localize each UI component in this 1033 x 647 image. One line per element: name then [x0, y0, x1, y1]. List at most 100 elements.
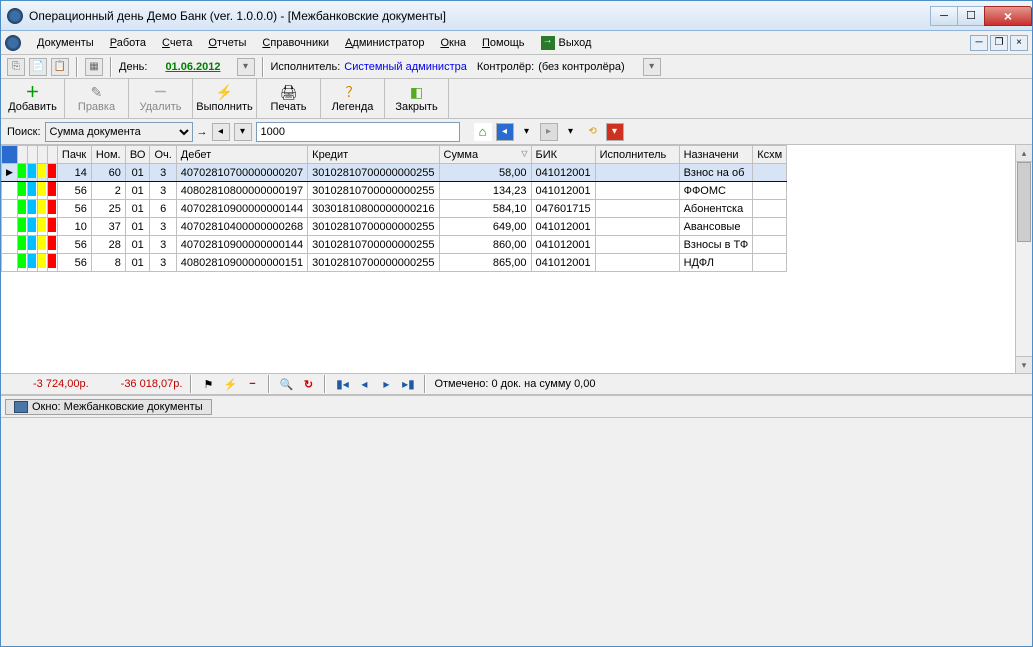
next-record-icon[interactable]: ▸ [378, 376, 394, 392]
cell-debit: 40702810900000000144 [176, 236, 307, 254]
row-indicator [2, 182, 18, 200]
performer-value[interactable]: Системный администра [344, 61, 467, 73]
col-indicator[interactable] [2, 146, 18, 164]
date-picker-icon[interactable]: ▾ [237, 58, 255, 76]
close-button[interactable]: × [984, 6, 1032, 26]
menu-windows[interactable]: Окна [432, 34, 474, 52]
col-color1[interactable] [17, 146, 27, 164]
scroll-down-icon[interactable]: ▾ [1016, 356, 1032, 373]
menu-work[interactable]: Работа [102, 34, 154, 52]
menu-help[interactable]: Помощь [474, 34, 533, 52]
cell-och: 3 [150, 254, 176, 272]
window-title: Операционный день Демо Банк (ver. 1.0.0.… [29, 9, 931, 23]
table-row[interactable]: 5625016407028109000000001443030181080000… [2, 200, 787, 218]
col-vo[interactable]: ВО [125, 146, 150, 164]
mdi-close[interactable]: × [1010, 35, 1028, 51]
menu-exit[interactable]: Выход [541, 36, 592, 50]
col-debit[interactable]: Дебет [176, 146, 307, 164]
print-button[interactable]: 🖨 Печать [257, 79, 321, 118]
menu-admin[interactable]: Администратор [337, 34, 432, 52]
refresh-red-icon[interactable]: ↻ [300, 376, 316, 392]
table-row[interactable]: 5628013407028109000000001443010281070000… [2, 236, 787, 254]
window-icon [14, 401, 28, 413]
close-doc-button[interactable]: ◧ Закрыть [385, 79, 449, 118]
cell-purpose: Абонентска [679, 200, 753, 218]
table-row[interactable]: 5680134080281090000000015130102810700000… [2, 254, 787, 272]
menu-reports[interactable]: Отчеты [200, 34, 254, 52]
cell-bik: 041012001 [531, 182, 595, 200]
mdi-minimize[interactable]: ─ [970, 35, 988, 51]
titlebar: Операционный день Демо Банк (ver. 1.0.0.… [1, 1, 1032, 31]
cell-purpose: ФФОМС [679, 182, 753, 200]
mdi-restore[interactable]: ❐ [990, 35, 1008, 51]
nav-icon[interactable]: ▦ [85, 58, 103, 76]
copy-icon[interactable]: ⎘ [7, 58, 25, 76]
search-input[interactable] [256, 122, 460, 142]
home-icon[interactable]: ⌂ [474, 123, 492, 141]
last-record-icon[interactable]: ▸▮ [400, 376, 416, 392]
paste-icon[interactable]: 📄 [29, 58, 47, 76]
minimize-button[interactable]: ─ [930, 6, 958, 26]
col-ksxm[interactable]: Ксхм [753, 146, 787, 164]
maximize-button[interactable]: ☐ [957, 6, 985, 26]
doc-icon[interactable]: 📋 [51, 58, 69, 76]
table-row[interactable]: 1037013407028104000000002683010281070000… [2, 218, 787, 236]
refresh-icon[interactable]: ⟲ [584, 123, 602, 141]
legend-button[interactable]: ？ Легенда [321, 79, 385, 118]
col-nom[interactable]: Ном. [91, 146, 125, 164]
info-toolbar: ⎘ 📄 📋 ▦ День: 01.06.2012 ▾ Исполнитель: … [1, 55, 1032, 79]
scroll-up-icon[interactable]: ▴ [1016, 145, 1032, 162]
col-sum[interactable]: Сумма▽ [439, 146, 531, 164]
search-dropdown-button[interactable]: ▾ [234, 123, 252, 141]
menu-documents[interactable]: Документы [29, 34, 102, 52]
date-value[interactable]: 01.06.2012 [165, 61, 220, 73]
nav-fwd-menu-icon[interactable]: ▾ [562, 123, 580, 141]
table-row[interactable]: ▶146001340702810700000000207301028107000… [2, 164, 787, 182]
status-color-1 [27, 200, 37, 218]
cell-sum: 860,00 [439, 236, 531, 254]
table-row[interactable]: 5620134080281080000000019730102810700000… [2, 182, 787, 200]
status-bar: Окно: Межбанковские документы [1, 395, 1032, 417]
col-och[interactable]: Оч. [150, 146, 176, 164]
execute-button[interactable]: ⚡ Выполнить [193, 79, 257, 118]
col-performer[interactable]: Исполнитель [595, 146, 679, 164]
plus-icon: ＋ [25, 84, 41, 100]
nav-back-icon[interactable]: ◂ [496, 123, 514, 141]
search-field-select[interactable]: Сумма документа [45, 122, 193, 142]
col-color3[interactable] [37, 146, 47, 164]
mark-minus-icon[interactable]: − [244, 376, 260, 392]
cell-nom: 25 [91, 200, 125, 218]
window-tab[interactable]: Окно: Межбанковские документы [5, 399, 212, 415]
col-bik[interactable]: БИК [531, 146, 595, 164]
flag-icon[interactable]: ⚑ [200, 376, 216, 392]
cell-performer [595, 254, 679, 272]
cell-pack: 56 [57, 254, 91, 272]
grid-table[interactable]: Пачк Ном. ВО Оч. Дебет Кредит Сумма▽ БИК… [1, 145, 787, 272]
binoculars-icon[interactable]: 🔍 [278, 376, 294, 392]
col-color4[interactable] [47, 146, 57, 164]
col-credit[interactable]: Кредит [308, 146, 439, 164]
scroll-thumb[interactable] [1017, 162, 1031, 242]
col-purpose[interactable]: Назначени [679, 146, 753, 164]
cell-purpose: НДФЛ [679, 254, 753, 272]
controller-dropdown-icon[interactable]: ▾ [643, 58, 661, 76]
cell-credit: 30102810700000000255 [308, 254, 439, 272]
menu-accounts[interactable]: Счета [154, 34, 200, 52]
first-record-icon[interactable]: ▮◂ [334, 376, 350, 392]
add-button[interactable]: ＋ Добавить [1, 79, 65, 118]
vertical-scrollbar[interactable]: ▴ ▾ [1015, 145, 1032, 373]
prev-record-icon[interactable]: ◂ [356, 376, 372, 392]
stop-icon[interactable]: ▾ [606, 123, 624, 141]
col-pack[interactable]: Пачк [57, 146, 91, 164]
bolt-small-icon[interactable]: ⚡ [222, 376, 238, 392]
status-color-0 [17, 218, 27, 236]
nav-back-menu-icon[interactable]: ▾ [518, 123, 536, 141]
menu-references[interactable]: Справочники [254, 34, 337, 52]
status-color-1 [27, 254, 37, 272]
system-menu-icon[interactable] [5, 35, 21, 51]
search-prev-button[interactable]: ◂ [212, 123, 230, 141]
nav-fwd-icon[interactable]: ▸ [540, 123, 558, 141]
cell-sum: 865,00 [439, 254, 531, 272]
col-color2[interactable] [27, 146, 37, 164]
cell-bik: 041012001 [531, 164, 595, 182]
